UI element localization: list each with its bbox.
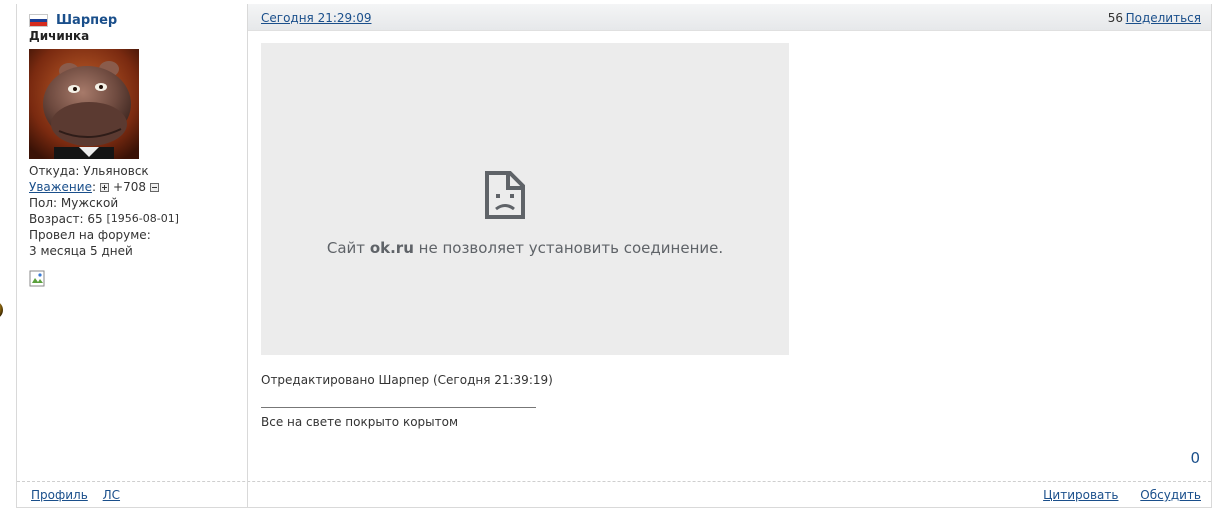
author-gender: Пол: Мужской	[29, 196, 119, 210]
author-title: Дичинка	[29, 29, 90, 43]
share-link[interactable]: Поделиться	[1126, 11, 1201, 25]
russia-flag-icon	[29, 14, 48, 27]
broken-image-icon	[29, 270, 47, 288]
embed-msg-suffix: не позволяет установить соединение.	[418, 239, 724, 257]
reputation-value: +708	[113, 180, 146, 194]
footer-divider	[247, 482, 248, 508]
author-reputation: Уважение: +708	[29, 179, 179, 195]
embedded-frame: Сайт ok.ru не позволяет установить соеди…	[261, 43, 789, 355]
author-info: Откуда: Ульяновск Уважение: +708 Пол: Му…	[29, 163, 179, 259]
author-age: Возраст: 65 [1956-08-01]	[29, 211, 179, 227]
reputation-link[interactable]: Уважение	[29, 179, 92, 195]
reputation-plus-icon[interactable]	[100, 182, 110, 192]
edited-note: Отредактировано Шарпер (Сегодня 21:39:19…	[261, 373, 553, 387]
author-panel: Шарпер Дичинка Откуда: Ульяновск Уважени…	[17, 4, 248, 481]
author-location: Откуда: Ульяновск	[29, 164, 149, 178]
reputation-minus-icon[interactable]	[149, 182, 159, 192]
avatar	[29, 49, 139, 159]
footer-right-links: Цитировать Обсудить	[1025, 488, 1201, 502]
embed-msg-site: ok.ru	[369, 239, 414, 257]
author-name-link[interactable]: Шарпер	[56, 13, 117, 28]
profile-link[interactable]: Профиль	[31, 488, 88, 502]
post-header: Сегодня 21:29:09 56 Поделиться	[248, 4, 1211, 31]
discuss-link[interactable]: Обсудить	[1140, 488, 1201, 502]
post-footer: Профиль ЛС Цитировать Обсудить	[17, 481, 1211, 508]
author-row: Шарпер	[29, 13, 117, 28]
gold-orb-icon	[0, 300, 4, 320]
signature: Все на свете покрыто корытом	[261, 415, 459, 429]
author-birthdate: [1956-08-01]	[106, 212, 179, 225]
forum-post: Шарпер Дичинка Откуда: Ульяновск Уважени…	[16, 4, 1212, 508]
post-content-panel: Сегодня 21:29:09 56 Поделиться Сайт ok.r…	[248, 4, 1211, 481]
forum-time-value: 3 месяца 5 дней	[29, 244, 133, 258]
post-number: 56	[1107, 11, 1123, 25]
author-age-value: Возраст: 65	[29, 212, 103, 226]
sad-document-icon	[484, 170, 526, 223]
embed-error-message: Сайт ok.ru не позволяет установить соеди…	[261, 239, 789, 257]
post-rating[interactable]: 0	[1190, 449, 1200, 467]
footer-left-links: Профиль ЛС	[31, 488, 131, 502]
signature-divider	[261, 407, 536, 408]
forum-time-label: Провел на форуме:	[29, 228, 151, 242]
post-date-link[interactable]: Сегодня 21:29:09	[261, 11, 371, 25]
quote-link[interactable]: Цитировать	[1043, 488, 1118, 502]
embed-msg-prefix: Сайт	[326, 239, 366, 257]
pm-link[interactable]: ЛС	[103, 488, 120, 502]
